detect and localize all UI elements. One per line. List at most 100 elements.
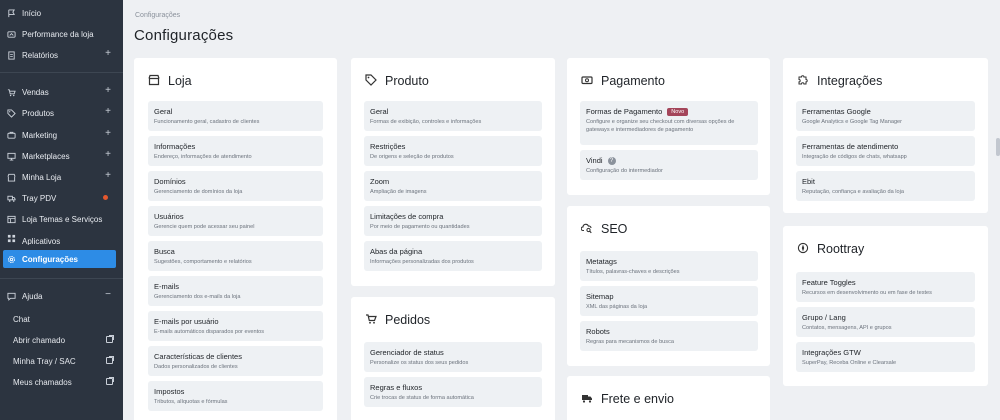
option-title: Formas de Pagamento — [586, 107, 663, 116]
sidebar-item-loja-temas[interactable]: Loja Temas e Serviços — [0, 210, 123, 228]
card-loja: Loja Geral Funcionamento geral, cadastro… — [134, 58, 337, 420]
option-metatags[interactable]: Metatags Títulos, palavras-chaves e desc… — [580, 251, 758, 281]
option-grupo-lang[interactable]: Grupo / Lang Contatos, mensagens, API e … — [796, 307, 975, 337]
sidebar-item-marketing[interactable]: Marketing + — [0, 126, 123, 144]
option-title: Vindi — [586, 156, 603, 165]
sidebar-item-aplicativos[interactable]: Aplicativos — [0, 231, 123, 245]
card-title: Pagamento — [601, 74, 665, 88]
option-regras-fluxos[interactable]: Regras e fluxos Crie trocas de status de… — [364, 377, 542, 407]
option-ferramentas-atendimento[interactable]: Ferramentas de atendimento Integração de… — [796, 136, 975, 166]
expand-icon[interactable]: + — [105, 150, 111, 160]
option-desc: XML das páginas da loja — [586, 304, 648, 310]
option-title: Limitações de compra — [370, 212, 444, 221]
option-title: Robots — [586, 327, 610, 336]
option-informacoes[interactable]: Informações Endereço, informações de ate… — [148, 136, 323, 166]
sidebar-item-tray-pdv[interactable]: Tray PDV — [0, 189, 123, 207]
chat-icon — [6, 291, 16, 301]
option-emails-por-usuario[interactable]: E-mails por usuário E-mails automáticos … — [148, 311, 323, 341]
option-dominios[interactable]: Domínios Gerenciamento de domínios da lo… — [148, 171, 323, 201]
option-robots[interactable]: Robots Regras para mecanismos de busca — [580, 321, 758, 351]
option-abas-pagina[interactable]: Abas da página Informações personalizada… — [364, 241, 542, 271]
card-frete: Frete e envio — [567, 376, 770, 420]
sidebar-item-minha-loja[interactable]: Minha Loja + — [0, 168, 123, 186]
option-title: Características de clientes — [154, 352, 242, 361]
tag-icon — [6, 108, 16, 118]
page-scrollbar[interactable] — [996, 138, 1000, 156]
option-feature-toggles[interactable]: Feature Toggles Recursos em desenvolvime… — [796, 272, 975, 302]
option-desc: Tributos, alíquotas e fórmulas — [154, 399, 228, 405]
expand-icon[interactable]: + — [105, 129, 111, 139]
expand-icon[interactable]: + — [105, 49, 111, 59]
option-title: Domínios — [154, 177, 186, 186]
sidebar-item-marketplaces[interactable]: Marketplaces + — [0, 147, 123, 165]
help-item-chat[interactable]: Chat — [13, 315, 30, 324]
help-icon[interactable]: ? — [607, 156, 616, 165]
option-zoom[interactable]: Zoom Ampliação de imagens — [364, 171, 542, 201]
help-item-abrir-chamado[interactable]: Abrir chamado — [13, 336, 65, 345]
collapse-icon[interactable]: − — [105, 290, 111, 300]
sidebar-item-label: Marketplaces — [22, 151, 70, 161]
option-gerenciador-status[interactable]: Gerenciador de status Personalize os sta… — [364, 342, 542, 372]
apps-icon — [6, 233, 16, 243]
expand-icon[interactable]: + — [105, 171, 111, 181]
option-desc: De origens e seleção de produtos — [370, 154, 454, 160]
option-desc: Sugestões, comportamento e relatórios — [154, 259, 252, 265]
option-desc: Gerenciamento de domínios da loja — [154, 189, 243, 195]
option-title: E-mails por usuário — [154, 317, 219, 326]
card-title: Frete e envio — [601, 392, 674, 406]
option-desc: Personalize os status dos seus pedidos — [370, 360, 469, 366]
sidebar-item-configuracoes[interactable]: Configurações — [3, 250, 116, 268]
card-header: Pedidos — [365, 313, 430, 327]
option-ebit[interactable]: Ebit Reputação, confiança e avaliação da… — [796, 171, 975, 201]
option-impostos[interactable]: Impostos Tributos, alíquotas e fórmulas — [148, 381, 323, 411]
help-item-minha-tray[interactable]: Minha Tray / SAC — [13, 357, 76, 366]
sidebar-item-relatorios[interactable]: Relatórios + — [0, 46, 123, 64]
option-title: Feature Toggles — [802, 278, 856, 287]
option-caracteristicas-clientes[interactable]: Características de clientes Dados person… — [148, 346, 323, 376]
option-desc: Títulos, palavras-chaves e descrições — [586, 269, 680, 275]
option-usuarios[interactable]: Usuários Gerencie quem pode acessar seu … — [148, 206, 323, 236]
sidebar-item-label: Tray PDV — [22, 193, 57, 203]
sidebar-item-produtos[interactable]: Produtos + — [0, 104, 123, 122]
sidebar-item-inicio[interactable]: Início — [0, 4, 123, 22]
card-header: Pagamento — [581, 74, 665, 88]
card-roottray: Roottray Feature Toggles Recursos em des… — [783, 226, 988, 386]
option-desc: Regras para mecanismos de busca — [586, 339, 674, 345]
option-desc: Crie trocas de status de forma automátic… — [370, 395, 474, 401]
option-emails[interactable]: E-mails Gerenciamento dos e-mails da loj… — [148, 276, 323, 306]
option-vindi[interactable]: Vindi ? Configuração do intermediador — [580, 150, 758, 180]
option-integracoes-gtw[interactable]: Integrações GTW SuperPay, Receba Online … — [796, 342, 975, 372]
sidebar-item-label: Configurações — [22, 254, 79, 264]
option-limitacoes-compra[interactable]: Limitações de compra Por meio de pagamen… — [364, 206, 542, 236]
option-desc: Dados personalizados de clientes — [154, 364, 238, 370]
sidebar-item-vendas[interactable]: Vendas + — [0, 83, 123, 101]
store-icon — [148, 74, 162, 88]
option-desc: Formas de exibição, controles e informaç… — [370, 119, 482, 125]
option-desc: Endereço, informações de atendimento — [154, 154, 252, 160]
option-restricoes[interactable]: Restrições De origens e seleção de produ… — [364, 136, 542, 166]
expand-icon[interactable]: + — [105, 107, 111, 117]
option-ferramentas-google[interactable]: Ferramentas Google Google Analytics e Go… — [796, 101, 975, 131]
option-title: Busca — [154, 247, 175, 256]
card-integracoes: Integrações Ferramentas Google Google An… — [783, 58, 988, 213]
sidebar-item-ajuda[interactable]: Ajuda − — [0, 287, 123, 305]
option-desc: Integração de códigos de chats, whatsapp — [802, 154, 907, 160]
help-item-meus-chamados[interactable]: Meus chamados — [13, 378, 72, 387]
option-produto-geral[interactable]: Geral Formas de exibição, controles e in… — [364, 101, 542, 131]
card-header: Loja — [148, 74, 192, 88]
option-busca[interactable]: Busca Sugestões, comportamento e relatór… — [148, 241, 323, 271]
option-title: Ferramentas Google — [802, 107, 871, 116]
option-title: Restrições — [370, 142, 406, 151]
option-title: E-mails — [154, 282, 180, 291]
expand-icon[interactable]: + — [105, 86, 111, 96]
option-sitemap[interactable]: Sitemap XML das páginas da loja — [580, 286, 758, 316]
sidebar-item-label: Aplicativos — [22, 236, 61, 246]
breadcrumb[interactable]: Configurações — [135, 12, 180, 19]
flag-icon — [6, 8, 16, 18]
option-formas-pagamento[interactable]: Formas de Pagamento Novo Configure e org… — [580, 101, 758, 145]
card-header: Produto — [365, 74, 429, 88]
page-title: Configurações — [134, 27, 234, 44]
sidebar-item-performance[interactable]: Performance da loja — [0, 25, 123, 43]
option-desc: Recursos em desenvolvimento ou em fase d… — [802, 290, 932, 296]
option-geral[interactable]: Geral Funcionamento geral, cadastro de c… — [148, 101, 323, 131]
